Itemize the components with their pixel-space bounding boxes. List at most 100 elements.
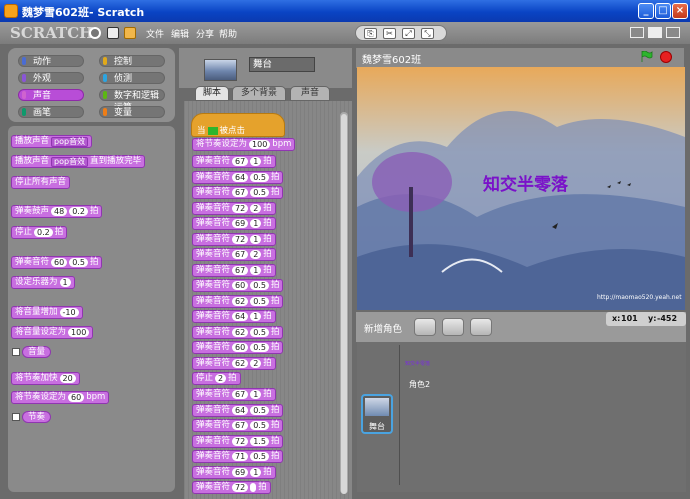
beats-input[interactable] — [250, 483, 257, 492]
stage-sprite-tile[interactable]: 舞台 — [361, 394, 393, 434]
beats-input[interactable]: 0.5 — [250, 188, 269, 197]
minimize-button[interactable]: _ — [638, 3, 654, 19]
play-note-script-block[interactable]: 弹奏音符 72 1.5 拍 — [192, 434, 284, 448]
note-input[interactable]: 71 — [232, 452, 249, 461]
stop-icon[interactable] — [660, 51, 672, 63]
play-note-script-block[interactable]: 弹奏音符 71 0.5 拍 — [192, 450, 284, 463]
play-note-script-block[interactable]: 弹奏音符 60 0.5 拍 — [192, 341, 284, 354]
change-tempo-block[interactable]: 将节奏加快 20 — [11, 372, 80, 385]
beats-input[interactable]: 0.5 — [250, 343, 269, 352]
menu-share[interactable]: 分享 — [196, 27, 214, 40]
random-sprite-icon[interactable] — [470, 318, 492, 336]
category-motion[interactable]: 动作 — [18, 55, 84, 67]
grow-icon[interactable]: ⤢ — [402, 28, 415, 39]
play-sound-block[interactable]: 播放声音 pop音效 — [11, 135, 93, 148]
beats-input[interactable]: 0.5 — [250, 327, 269, 337]
presentation-mode-icon[interactable] — [666, 27, 680, 38]
note-input[interactable]: 60 — [232, 343, 249, 352]
beats-input[interactable]: 0.5 — [250, 421, 269, 430]
tempo-delta-input[interactable]: 20 — [59, 374, 76, 383]
play-note-script-block[interactable]: 弹奏音符 72 2 拍 — [192, 201, 276, 215]
cut-icon[interactable]: ✂ — [383, 28, 396, 39]
beats-input[interactable]: 1 — [250, 234, 262, 244]
category-looks[interactable]: 外观 — [18, 72, 84, 84]
set-instrument-block[interactable]: 设定乐器为 1 — [11, 276, 75, 289]
play-note-script-block[interactable]: 弹奏音符 64 1 拍 — [192, 310, 276, 323]
play-note-script-block[interactable]: 弹奏音符 72 拍 — [192, 481, 271, 494]
menu-file[interactable]: 文件 — [146, 27, 164, 40]
beats-input[interactable]: 1 — [250, 219, 262, 228]
category-variables[interactable]: 变量 — [99, 106, 165, 118]
tempo-input[interactable]: 60 — [68, 393, 85, 402]
share-icon[interactable] — [124, 27, 136, 39]
category-sensing[interactable]: 侦测 — [99, 72, 165, 84]
play-sound-until-done-block[interactable]: 播放声音 pop音效 直到播放完毕 — [11, 155, 146, 168]
volume-reporter[interactable]: 音量 — [22, 346, 52, 358]
note-input[interactable]: 67 — [232, 157, 249, 166]
small-stage-icon[interactable] — [630, 27, 644, 38]
beats-input[interactable]: 1 — [250, 467, 262, 477]
category-pen[interactable]: 画笔 — [18, 106, 84, 118]
tab-backgrounds[interactable]: 多个背景 — [232, 86, 286, 101]
note-input[interactable]: 64 — [232, 405, 249, 415]
category-operators[interactable]: 数字和逻辑运算 — [99, 89, 165, 113]
paint-sprite-icon[interactable] — [414, 318, 436, 336]
category-control[interactable]: 控制 — [99, 55, 165, 67]
note-input[interactable]: 67 — [232, 390, 249, 399]
play-note-script-block[interactable]: 弹奏音符 69 1 拍 — [192, 465, 276, 479]
play-note-script-block[interactable]: 弹奏音符 69 1 拍 — [192, 217, 276, 230]
note-input[interactable]: 62 — [232, 296, 249, 306]
change-volume-block[interactable]: 将音量增加 -10 — [11, 306, 83, 319]
category-sound[interactable]: 声音 — [18, 89, 84, 101]
drum-beats-input[interactable]: 0.2 — [69, 207, 88, 216]
rest-input[interactable]: 0.2 — [34, 228, 53, 237]
play-note-script-block[interactable]: 弹奏音符 67 1 拍 — [192, 155, 276, 168]
note-input[interactable]: 67 — [232, 188, 249, 197]
note-input[interactable]: 72 — [232, 234, 249, 244]
note-input[interactable]: 60 — [51, 258, 68, 267]
beats-input[interactable]: 1 — [250, 265, 262, 275]
note-input[interactable]: 67 — [232, 250, 249, 259]
beats-input[interactable]: 1 — [250, 312, 262, 321]
note-input[interactable]: 67 — [232, 265, 249, 275]
volume-input[interactable]: 100 — [68, 328, 90, 337]
play-note-script-block[interactable]: 弹奏音符 62 0.5 拍 — [192, 325, 284, 339]
play-note-script-block[interactable]: 弹奏音符 60 0.5 拍 — [192, 279, 284, 292]
when-flag-clicked-block[interactable]: 当被点击 — [191, 113, 285, 137]
menu-help[interactable]: 帮助 — [219, 27, 237, 40]
menu-edit[interactable]: 编辑 — [171, 27, 189, 40]
instrument-input[interactable]: 1 — [59, 278, 71, 287]
beats-input[interactable]: 2 — [250, 358, 262, 368]
play-drum-block[interactable]: 弹奏鼓声 48 0.2 拍 — [11, 205, 103, 218]
tempo-value-input[interactable]: 100 — [249, 140, 271, 149]
beats-input[interactable]: 0.5 — [250, 452, 269, 461]
note-input[interactable]: 62 — [232, 358, 249, 368]
beats-input[interactable]: 0.5 — [250, 281, 269, 290]
beats-input[interactable]: 2 — [250, 250, 262, 259]
set-tempo-block[interactable]: 将节奏设定为 60 bpm — [11, 391, 110, 404]
set-volume-block[interactable]: 将音量设定为 100 — [11, 326, 94, 339]
tab-sounds[interactable]: 声音 — [290, 86, 330, 101]
play-note-script-block[interactable]: 弹奏音符 64 0.5 拍 — [192, 403, 284, 417]
normal-stage-icon[interactable] — [648, 27, 662, 38]
note-input[interactable]: 62 — [232, 327, 249, 337]
sprite-name-field[interactable]: 舞台 — [249, 57, 315, 72]
rest-input[interactable]: 2 — [215, 374, 227, 383]
green-flag-icon[interactable] — [641, 51, 653, 62]
tab-scripts[interactable]: 脚本 — [195, 86, 229, 101]
choose-sprite-icon[interactable] — [442, 318, 464, 336]
rest-block[interactable]: 停止 0.2 拍 — [11, 226, 68, 239]
rest-script-block[interactable]: 停止 2 拍 — [192, 372, 241, 385]
play-note-script-block[interactable]: 弹奏音符 67 0.5 拍 — [192, 419, 284, 432]
note-input[interactable]: 67 — [232, 421, 249, 430]
play-note-script-block[interactable]: 弹奏音符 72 1 拍 — [192, 232, 276, 246]
note-input[interactable]: 69 — [232, 219, 249, 228]
volume-delta-input[interactable]: -10 — [59, 308, 79, 317]
play-note-script-block[interactable]: 弹奏音符 64 0.5 拍 — [192, 170, 284, 184]
maximize-button[interactable]: □ — [655, 3, 671, 19]
play-note-script-block[interactable]: 弹奏音符 67 1 拍 — [192, 263, 276, 277]
save-icon[interactable] — [107, 27, 119, 39]
set-tempo-script-block[interactable]: 将节奏设定为 100 bpm — [192, 138, 296, 151]
sound-dropdown[interactable]: pop音效 — [51, 156, 89, 167]
beats-input[interactable]: 2 — [250, 203, 262, 213]
